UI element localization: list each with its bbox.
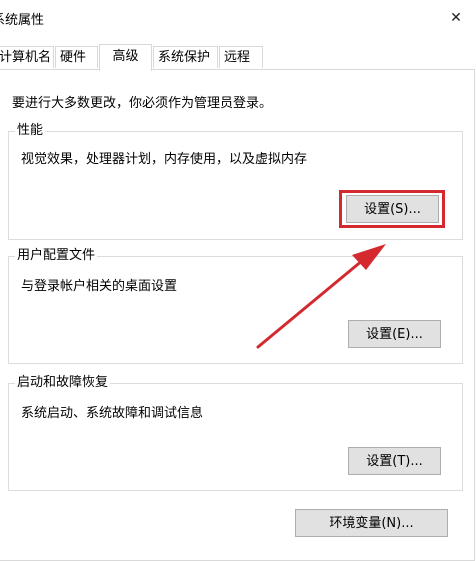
tab-hardware[interactable]: 硬件 (55, 46, 98, 68)
user-profiles-description: 与登录帐户相关的桌面设置 (21, 279, 178, 294)
tab-computer-name[interactable]: 计算机名 (0, 46, 54, 68)
startup-recovery-group-title: 启动和故障恢复 (15, 375, 111, 391)
tab-label: 计算机名 (0, 50, 52, 65)
admin-note: 要进行大多数更改，你必须作为管理员登录。 (12, 96, 273, 111)
tab-label: 远程 (224, 50, 251, 65)
tab-system-protection[interactable]: 系统保护 (153, 46, 218, 68)
window-title: 系统属性 (0, 13, 45, 28)
performance-description: 视觉效果，处理器计划，内存使用，以及虚拟内存 (21, 152, 308, 167)
tab-remote[interactable]: 远程 (219, 46, 263, 68)
tab-label: 硬件 (60, 50, 87, 65)
tab-label: 系统保护 (158, 50, 211, 65)
startup-recovery-settings-button[interactable]: 设置(T)... (348, 447, 441, 475)
performance-group-title: 性能 (15, 123, 46, 139)
tab-strip: 计算机名 硬件 高级 系统保护 远程 (0, 44, 476, 71)
tab-label: 高级 (112, 49, 139, 64)
title-bar: 系统属性 ✕ (0, 0, 476, 36)
environment-variables-button[interactable]: 环境变量(N)... (295, 509, 448, 537)
close-button[interactable]: ✕ (436, 0, 476, 36)
user-profiles-settings-button[interactable]: 设置(E)... (348, 320, 441, 348)
tab-advanced[interactable]: 高级 (99, 44, 152, 71)
highlight-box (339, 190, 445, 228)
close-icon: ✕ (450, 10, 462, 26)
user-profiles-group-title: 用户配置文件 (15, 248, 98, 264)
startup-recovery-description: 系统启动、系统故障和调试信息 (21, 406, 204, 421)
